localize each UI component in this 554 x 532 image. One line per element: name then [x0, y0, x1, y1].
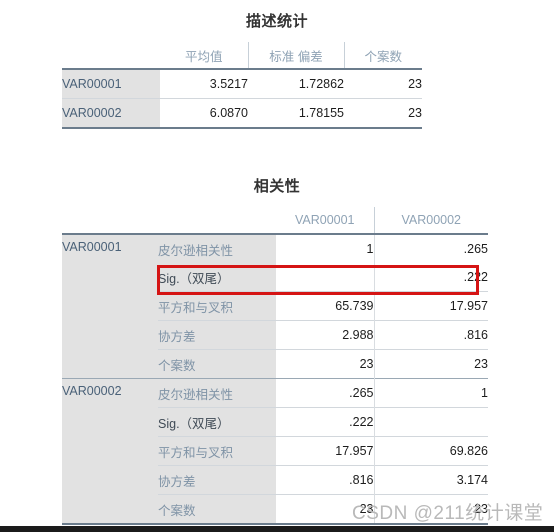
correlations-value-0-0-var2: .265: [373, 233, 488, 263]
correlations-value-0-2-var2: 17.957: [373, 291, 488, 321]
descriptive-corner-cell: [62, 42, 160, 69]
descriptive-mean-0: 3.5217: [160, 68, 248, 99]
descriptive-header-std-deviation: 标准 偏差: [247, 42, 344, 69]
correlations-block-label-0: VAR00001: [62, 233, 158, 379]
correlations-value-1-2-var2: 69.826: [373, 436, 488, 466]
correlations-stat-label-1-1: Sig.（双尾）: [158, 407, 276, 437]
table-row: VAR00001 3.5217 1.72862 23: [62, 68, 422, 99]
table-row: VAR00001 皮尔逊相关性 1 .265: [62, 233, 488, 379]
correlations-header-var00002: VAR00002: [373, 207, 488, 234]
correlations-value-1-0-var2: 1: [373, 378, 488, 408]
correlations-stat-label-1-0: 皮尔逊相关性: [158, 378, 276, 408]
correlations-value-0-1-var1: [276, 263, 374, 292]
correlations-value-0-4-var1: 23: [276, 349, 374, 379]
correlations-stat-label-0-0: 皮尔逊相关性: [158, 233, 276, 263]
descriptive-sd-0: 1.72862: [248, 68, 344, 99]
correlations-stat-label-0-2: 平方和与叉积: [158, 291, 276, 321]
bottom-border-bar: [0, 526, 554, 532]
correlations-value-1-1-var1: .222: [276, 407, 374, 437]
correlations-title: 相关性: [253, 178, 301, 195]
descriptive-statistics-table: 平均值 标准 偏差 个案数 VAR00001 3.5217 1.72862 23…: [62, 42, 422, 129]
correlations-value-0-0-var1: 1: [276, 233, 374, 263]
correlations-value-0-3-var2: .816: [373, 320, 488, 350]
table-row: VAR00002 6.0870 1.78155 23: [62, 98, 422, 127]
descriptive-header-mean: 平均值: [160, 42, 248, 69]
correlations-value-1-3-var1: .816: [276, 465, 374, 495]
correlations-header-var00001: VAR00001: [276, 207, 374, 234]
correlations-stat-label-1-3: 协方差: [158, 465, 276, 495]
descriptive-row-label-1: VAR00002: [62, 98, 160, 127]
correlations-stat-label-1-2: 平方和与叉积: [158, 436, 276, 466]
correlations-table: VAR00001 VAR00002 VAR00001 皮尔逊相关性 1 .265…: [62, 207, 488, 525]
correlations-value-0-2-var1: 65.739: [276, 291, 374, 321]
descriptive-header-row: 平均值 标准 偏差 个案数: [62, 42, 422, 69]
descriptive-n-0: 23: [344, 68, 422, 99]
watermark-text: CSDN @211统计课堂: [352, 503, 544, 524]
descriptive-sd-1: 1.78155: [248, 98, 344, 127]
descriptive-bottom-rule: [62, 126, 422, 129]
descriptive-n-1: 23: [344, 98, 422, 127]
descriptive-statistics-title: 描述统计: [245, 13, 308, 30]
descriptive-header-n: 个案数: [343, 42, 422, 69]
correlations-corner-cell-2: [158, 207, 276, 234]
correlations-value-0-4-var2: 23: [373, 349, 488, 379]
descriptive-row-label-0: VAR00001: [62, 68, 160, 99]
correlations-stat-label-0-3: 协方差: [158, 320, 276, 350]
correlations-header-row: VAR00001 VAR00002: [62, 207, 488, 234]
correlations-value-1-3-var2: 3.174: [373, 465, 488, 495]
correlations-stat-label-0-4: 个案数: [158, 349, 276, 379]
correlations-block-label-1: VAR00002: [62, 378, 158, 523]
descriptive-mean-1: 6.0870: [160, 98, 248, 127]
table-row: VAR00002 皮尔逊相关性 .265 1: [62, 378, 488, 523]
correlations-value-1-1-var2: [373, 407, 488, 437]
correlations-corner-cell-1: [62, 207, 158, 234]
correlations-value-0-3-var1: 2.988: [276, 320, 374, 350]
correlations-stat-label-1-4: 个案数: [158, 494, 276, 523]
correlations-value-0-1-var2: .222: [373, 263, 488, 292]
spss-output-screenshot: 描述统计 平均值 标准 偏差 个案数 VAR00001 3.5217 1.728…: [0, 0, 554, 532]
correlations-stat-label-0-1: Sig.（双尾）: [158, 263, 276, 292]
correlations-value-1-2-var1: 17.957: [276, 436, 374, 466]
correlations-value-1-0-var1: .265: [276, 378, 374, 408]
